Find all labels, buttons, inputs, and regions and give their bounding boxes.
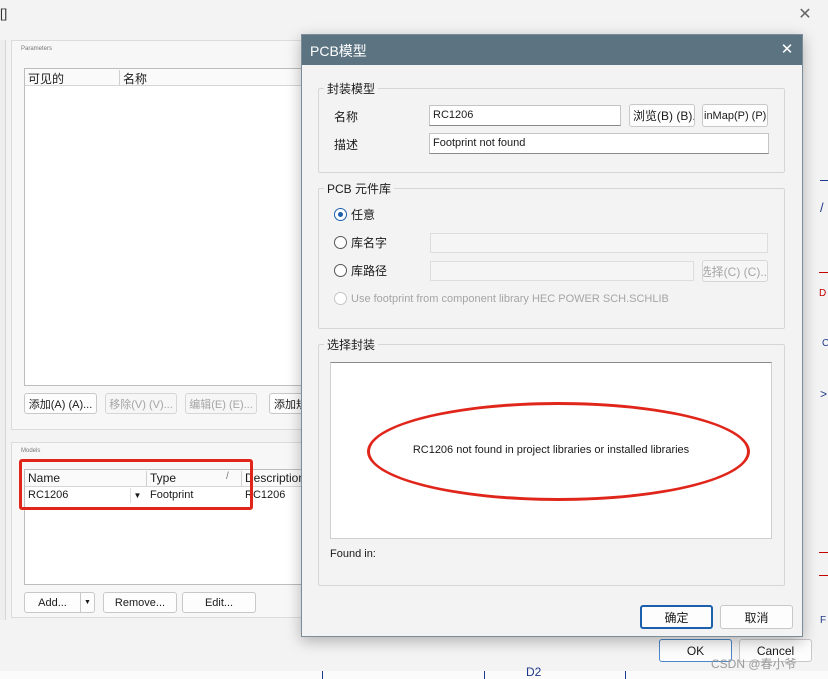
add-dropdown-icon[interactable]: ▼ (80, 593, 94, 612)
models-section: Models Name Type / Description RC1206 ▼ … (11, 442, 313, 618)
parameters-grid: 可见的 名称 (24, 68, 313, 386)
radio-component-library-footprint: Use footprint from component library HEC… (334, 292, 669, 305)
browse-button[interactable]: 浏览(B) (B)... (629, 104, 695, 127)
parameters-remove-button: 移除(V) (V)... (105, 393, 177, 414)
footprint-model-group-title: 封装模型 (324, 80, 379, 97)
models-add-button[interactable]: Add... ▼ (24, 592, 95, 613)
column-visible[interactable]: 可见的 (28, 70, 64, 87)
description-label: 描述 (334, 138, 359, 152)
background-close-icon[interactable]: ✕ (796, 6, 814, 24)
parameters-add-button[interactable]: 添加(A) (A)... (24, 393, 97, 414)
pcb-library-group-title: PCB 元件库 (324, 180, 395, 197)
schematic-bottom-strip: D2 (0, 665, 828, 679)
radio-library-name-label: 库名字 (351, 236, 388, 250)
radio-library-path[interactable]: 库路径 (334, 262, 387, 279)
cancel-button[interactable]: 取消 (720, 605, 793, 629)
footprint-description-input[interactable]: Footprint not found (429, 133, 769, 154)
watermark: CSDN @春小爷 (711, 657, 797, 671)
library-path-input (430, 261, 694, 281)
radio-any-library-indicator (334, 208, 347, 221)
parameters-section: Parameters 可见的 名称 添加(A) (A)... 移除(V) (V)… (11, 40, 313, 430)
parameters-grid-header: 可见的 名称 (25, 69, 313, 86)
radio-any-library[interactable]: 任意 (334, 206, 375, 223)
found-in-label: Found in: (330, 548, 376, 560)
radio-library-name-indicator (334, 236, 347, 249)
annotation-rectangle (19, 459, 253, 510)
dialog-title: PCB模型 (310, 43, 367, 59)
radio-component-library-indicator (334, 292, 347, 305)
pin-map-button[interactable]: inMap(P) (P)... (702, 104, 768, 127)
footprint-model-group (318, 88, 785, 173)
schematic-label-d2: D2 (526, 665, 542, 679)
select-footprint-group-title: 选择封装 (324, 336, 379, 353)
radio-library-name[interactable]: 库名字 (334, 234, 387, 251)
models-label: Models (21, 448, 41, 454)
library-name-input (430, 233, 768, 253)
radio-library-path-label: 库路径 (351, 264, 388, 278)
dialog-titlebar: PCB模型 ✕ (302, 35, 802, 65)
pcb-model-dialog: PCB模型 ✕ 封装模型 名称 RC1206 浏览(B) (B)... inMa… (301, 34, 803, 637)
name-label: 名称 (334, 110, 359, 124)
dialog-close-icon[interactable]: ✕ (777, 40, 797, 60)
models-remove-button[interactable]: Remove... (103, 592, 177, 613)
column-model-description[interactable]: Description (245, 471, 305, 485)
radio-any-library-label: 任意 (351, 208, 376, 222)
radio-component-library-label: Use footprint from component library HEC… (351, 292, 669, 305)
choose-library-button: 选择(C) (C)... (702, 260, 768, 282)
pcb-library-group (318, 188, 785, 329)
models-edit-button[interactable]: Edit... (182, 592, 256, 613)
confirm-button[interactable]: 确定 (640, 605, 713, 629)
schematic-background: / D C > F (816, 170, 828, 640)
parameters-edit-button: 编辑(E) (E)... (185, 393, 257, 414)
not-found-message: RC1206 not found in project libraries or… (412, 444, 690, 456)
column-name[interactable]: 名称 (123, 70, 147, 87)
radio-library-path-indicator (334, 264, 347, 277)
footprint-preview-area: RC1206 not found in project libraries or… (330, 362, 772, 539)
footprint-name-input[interactable]: RC1206 (429, 105, 621, 126)
models-add-label: Add... (38, 596, 67, 609)
background-dialog-title: [] (0, 6, 8, 21)
parameters-label: Parameters (21, 46, 53, 52)
left-panel-edge (0, 40, 6, 620)
